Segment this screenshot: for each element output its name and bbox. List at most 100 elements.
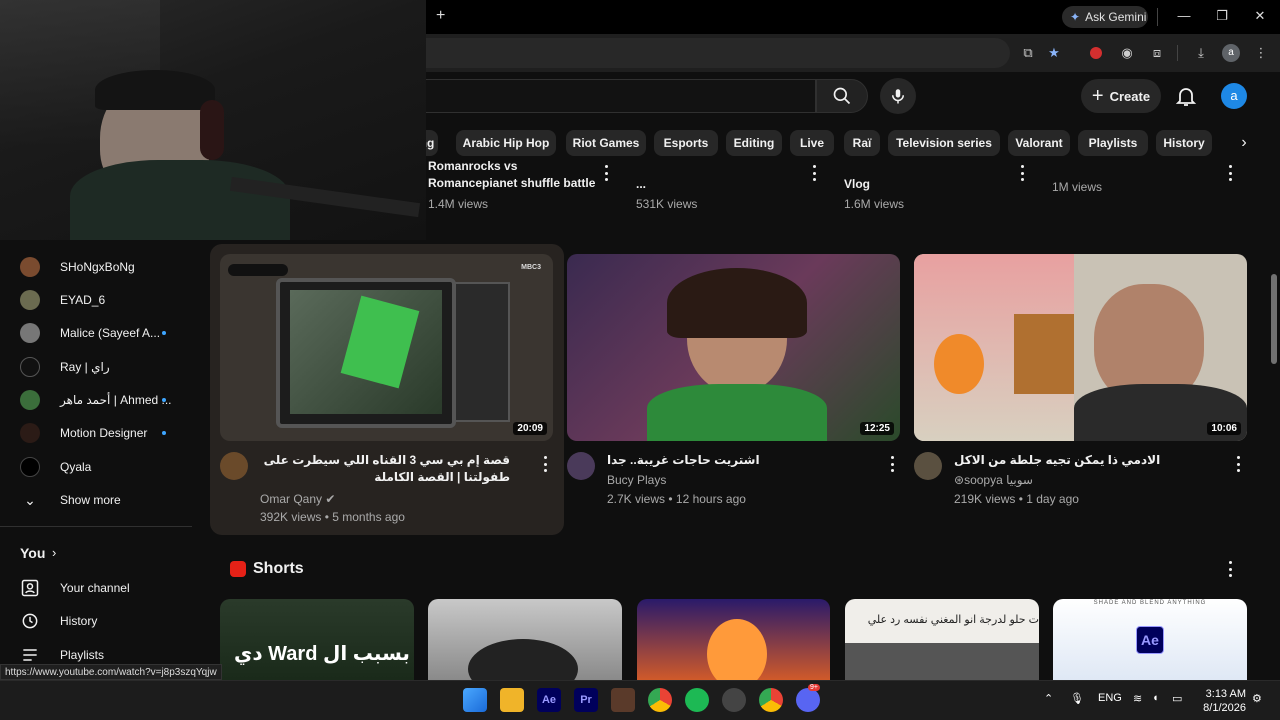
- video-title[interactable]: الادمي ذا يمكن تجيه جلطة من الاكل: [954, 452, 1160, 469]
- close-icon[interactable]: ✕: [1250, 6, 1270, 26]
- chip[interactable]: ng: [426, 130, 438, 156]
- channel-name[interactable]: Omar Qany ✔: [260, 492, 335, 506]
- channel-avatar[interactable]: [567, 452, 595, 480]
- sidebar-subscription[interactable]: Ray | راي: [0, 350, 192, 383]
- maximize-icon[interactable]: ❐: [1212, 6, 1232, 26]
- chip[interactable]: Esports: [654, 130, 718, 156]
- extensions-puzzle-icon[interactable]: ⧈: [1148, 44, 1166, 62]
- clock-time[interactable]: 3:13 AM: [1204, 688, 1246, 700]
- after-effects-icon[interactable]: Ae: [537, 688, 561, 712]
- video-meta: 1.4M views: [428, 197, 489, 211]
- more-options-icon[interactable]: [1019, 165, 1025, 181]
- show-more-button[interactable]: ⌄ Show more: [0, 483, 192, 516]
- create-label: Create: [1109, 88, 1151, 104]
- more-options-icon[interactable]: [1227, 165, 1233, 181]
- tray-overflow-icon[interactable]: ⌃: [1044, 692, 1053, 705]
- video-thumbnail[interactable]: 12:25: [567, 254, 900, 441]
- chip[interactable]: Playlists: [1078, 130, 1148, 156]
- ask-gemini-button[interactable]: ✦ Ask Gemini: [1062, 6, 1148, 28]
- sidebar-subscription[interactable]: Qyala: [0, 450, 192, 483]
- chip[interactable]: Valorant: [1008, 130, 1070, 156]
- profile-avatar[interactable]: a: [1222, 44, 1240, 62]
- notification-center-icon[interactable]: ⚙: [1252, 692, 1262, 705]
- channel-name[interactable]: Bucy Plays: [607, 473, 666, 487]
- create-button[interactable]: + Create: [1081, 79, 1161, 113]
- short-text: بسبب ال Ward دي: [234, 643, 410, 665]
- file-explorer-icon[interactable]: [500, 688, 524, 712]
- microphone-icon[interactable]: 🎙: [1070, 692, 1084, 705]
- app-icon[interactable]: [611, 688, 635, 712]
- discord-icon[interactable]: 9+: [796, 684, 820, 712]
- chip[interactable]: Live: [790, 130, 834, 156]
- channel-name: SHoNgxBoNg: [60, 259, 135, 274]
- bookmark-star-icon[interactable]: ★: [1045, 44, 1063, 62]
- sidebar-subscription[interactable]: SHoNgxBoNg: [0, 250, 192, 283]
- short-thumbnail[interactable]: ت حلو لدرجة انو المغني نفسه رد علي: [845, 599, 1039, 680]
- minimize-icon[interactable]: —: [1174, 6, 1194, 26]
- address-bar[interactable]: [426, 38, 1010, 68]
- video-title[interactable]: قصة إم بي سي 3 القناه اللي سيطرت على طفو…: [260, 452, 510, 486]
- short-thumbnail[interactable]: [637, 599, 830, 680]
- video-meta: 2.7K views • 12 hours ago: [607, 492, 746, 506]
- page-scrollbar[interactable]: [1268, 72, 1280, 680]
- channel-avatar[interactable]: [220, 452, 248, 480]
- volume-icon[interactable]: ◖: [1152, 692, 1159, 704]
- chip[interactable]: Arabic Hip Hop: [456, 130, 556, 156]
- sidebar-item-your-channel[interactable]: Your channel: [0, 571, 192, 604]
- scrollbar-thumb[interactable]: [1271, 274, 1277, 364]
- clock-date[interactable]: 8/1/2026: [1200, 702, 1246, 714]
- download-icon[interactable]: ⤓: [1192, 44, 1210, 62]
- extension-icon[interactable]: [1087, 44, 1105, 62]
- video-title[interactable]: ...: [636, 176, 796, 193]
- chevron-right-icon[interactable]: ›: [1234, 132, 1254, 154]
- channel-avatar[interactable]: [914, 452, 942, 480]
- channel-name[interactable]: ⊛soopya سوبيا: [954, 473, 1033, 487]
- sidebar-subscription[interactable]: Motion Designer: [0, 416, 192, 449]
- sidebar-item-history[interactable]: History: [0, 604, 192, 637]
- chip[interactable]: History: [1156, 130, 1212, 156]
- more-options-icon[interactable]: [1235, 456, 1241, 472]
- browser-menu-icon[interactable]: ⋮: [1252, 44, 1270, 62]
- premiere-pro-icon[interactable]: Pr: [574, 688, 598, 712]
- video-title[interactable]: Romanrocks vs Romancepianet shuffle batt…: [428, 158, 598, 194]
- more-options-icon[interactable]: [889, 456, 895, 472]
- more-options-icon[interactable]: [603, 165, 609, 181]
- shorts-heading: Shorts: [253, 560, 304, 577]
- battery-icon[interactable]: ▭: [1172, 692, 1182, 705]
- more-options-icon[interactable]: [1227, 561, 1233, 577]
- you-section-header[interactable]: You ›: [0, 536, 192, 569]
- wifi-icon[interactable]: ≋: [1133, 692, 1142, 705]
- video-title[interactable]: اشتريت حاجات غريبة.. جدا: [607, 452, 760, 469]
- install-app-icon[interactable]: ⧉: [1019, 44, 1037, 62]
- ask-gemini-label: Ask Gemini: [1085, 10, 1147, 24]
- notifications-button[interactable]: [1174, 84, 1198, 108]
- video-thumbnail[interactable]: 10:06: [914, 254, 1247, 441]
- sidebar-subscription[interactable]: EYAD_6: [0, 283, 192, 316]
- sidebar-subscription[interactable]: أحمد ماهر | Ahmed ...: [0, 383, 192, 416]
- chip[interactable]: Editing: [726, 130, 782, 156]
- account-avatar[interactable]: a: [1221, 83, 1247, 109]
- chip[interactable]: Television series: [888, 130, 1000, 156]
- video-title[interactable]: Vlog: [844, 176, 1004, 193]
- sidebar-subscription[interactable]: Malice (Sayeef A...: [0, 316, 192, 349]
- short-thumbnail[interactable]: بسبب ال Ward دي: [220, 599, 414, 680]
- camera-icon[interactable]: ◉: [1118, 44, 1136, 62]
- chip[interactable]: Raï: [844, 130, 880, 156]
- chrome-icon[interactable]: [648, 688, 672, 712]
- short-thumbnail[interactable]: SHADE AND BLEND ANYTHING Ae: [1053, 599, 1247, 680]
- app-icon[interactable]: [722, 688, 746, 712]
- chrome-icon[interactable]: [759, 688, 783, 712]
- video-thumbnail[interactable]: MBC3 20:09: [220, 254, 553, 441]
- more-options-icon[interactable]: [811, 165, 817, 181]
- short-thumbnail[interactable]: [428, 599, 622, 680]
- search-input[interactable]: [426, 79, 816, 113]
- search-button[interactable]: [816, 79, 868, 113]
- more-options-icon[interactable]: [542, 456, 548, 472]
- live-dot: [162, 430, 166, 435]
- voice-search-button[interactable]: [880, 78, 916, 114]
- app-green-icon[interactable]: [685, 688, 709, 712]
- language-indicator[interactable]: ENG: [1098, 692, 1122, 704]
- new-tab-button[interactable]: +: [436, 8, 450, 24]
- windows-start-icon[interactable]: [463, 688, 487, 712]
- chip[interactable]: Riot Games: [566, 130, 646, 156]
